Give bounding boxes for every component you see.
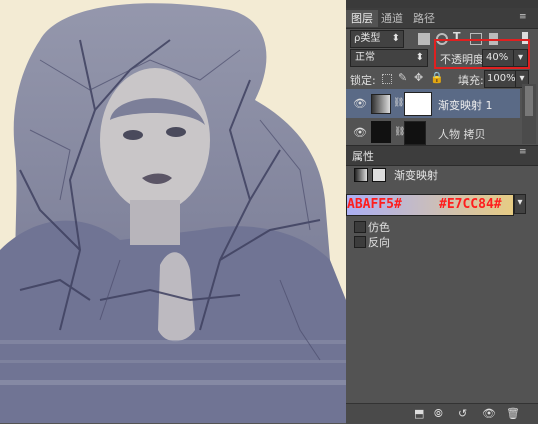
layer-thumbnail	[371, 121, 391, 143]
layer-row-portrait-copy[interactable]: 👁 ⛓ 人物 拷贝	[346, 118, 520, 147]
fill-label: 填充:	[458, 74, 484, 87]
visibility-toggle-icon[interactable]: 👁	[482, 407, 496, 420]
blend-mode-select[interactable]: 正常 ⬍	[350, 49, 428, 67]
fill-value: 100%	[487, 73, 516, 84]
properties-tab-bar: 属性 ≡	[346, 145, 538, 166]
layer-name: 渐变映射 1	[438, 99, 493, 112]
layer-filter-select[interactable]: ρ类型 ⬍	[350, 30, 404, 48]
layer-mask-thumbnail[interactable]	[404, 92, 432, 116]
reverse-checkbox[interactable]	[354, 236, 366, 248]
layer-row-gradient-map[interactable]: 👁 ⛓ 渐变映射 1	[346, 89, 520, 118]
tab-layers[interactable]: 图层	[346, 10, 378, 27]
gradient-end-label: #E7CC84#	[439, 197, 502, 212]
lock-all-icon[interactable]: 🔒	[430, 71, 444, 84]
visibility-eye-icon[interactable]: 👁	[353, 97, 367, 110]
panel-menu-icon[interactable]: ≡	[519, 12, 531, 22]
chevron-down-icon: ⬍	[391, 33, 400, 44]
lock-move-icon[interactable]: ✥	[414, 71, 423, 84]
scrollbar-thumb[interactable]	[525, 86, 533, 116]
view-previous-icon[interactable]: ⦾	[434, 407, 443, 421]
reverse-label: 反向	[368, 236, 390, 249]
layers-tab-bar: 图层 通道 路径 ≡	[346, 8, 538, 29]
adjustment-title: 渐变映射	[394, 169, 438, 182]
lock-transparent-icon[interactable]	[382, 74, 392, 84]
layers-scrollbar[interactable]	[522, 84, 536, 144]
visibility-eye-icon[interactable]: 👁	[353, 126, 367, 139]
document-canvas[interactable]	[0, 0, 346, 423]
reset-icon[interactable]: ↺	[458, 407, 467, 420]
layer-name: 人物 拷贝	[438, 128, 486, 141]
gradient-dropdown-button[interactable]: ▾	[514, 194, 526, 214]
properties-footer: ⬒ ⦾ ↺ 👁 🗑	[346, 403, 538, 424]
dither-label: 仿色	[368, 221, 390, 234]
link-icon[interactable]: ⛓	[393, 98, 404, 108]
lock-brush-icon[interactable]: ✎	[398, 71, 407, 84]
delete-icon[interactable]: 🗑	[506, 407, 520, 420]
tab-properties[interactable]: 属性	[352, 148, 374, 164]
layers-properties-dock: 图层 通道 路径 ≡ ρ类型 ⬍ T 正常 ⬍ 不透明度: 40% ▾ 锁定: …	[346, 0, 538, 424]
chevron-down-icon: ⬍	[415, 52, 424, 63]
mask-icon[interactable]	[372, 168, 386, 182]
opacity-highlight-box	[434, 39, 530, 69]
tab-paths[interactable]: 路径	[408, 10, 440, 27]
gradient-picker-bar[interactable]: ABAFF5# #E7CC84#	[346, 194, 514, 216]
blend-mode-value: 正常	[355, 52, 375, 63]
layer-mask-thumbnail[interactable]	[404, 121, 426, 145]
dither-checkbox[interactable]	[354, 221, 366, 233]
clip-to-layer-icon[interactable]: ⬒	[414, 407, 424, 420]
double-exposure-image	[0, 3, 346, 423]
lock-label: 锁定:	[350, 74, 376, 87]
adjustment-layer-icon	[371, 94, 391, 114]
tab-channels[interactable]: 通道	[376, 10, 408, 27]
panel-menu-icon[interactable]: ≡	[519, 147, 527, 157]
panel-title-strip	[346, 0, 538, 8]
filter-type-label: ρ类型	[354, 33, 381, 44]
gradient-start-label: ABAFF5#	[347, 197, 402, 212]
pixel-filter-icon[interactable]	[418, 33, 430, 45]
gradient-map-icon	[354, 168, 368, 182]
fill-input[interactable]: 100%	[484, 70, 516, 88]
